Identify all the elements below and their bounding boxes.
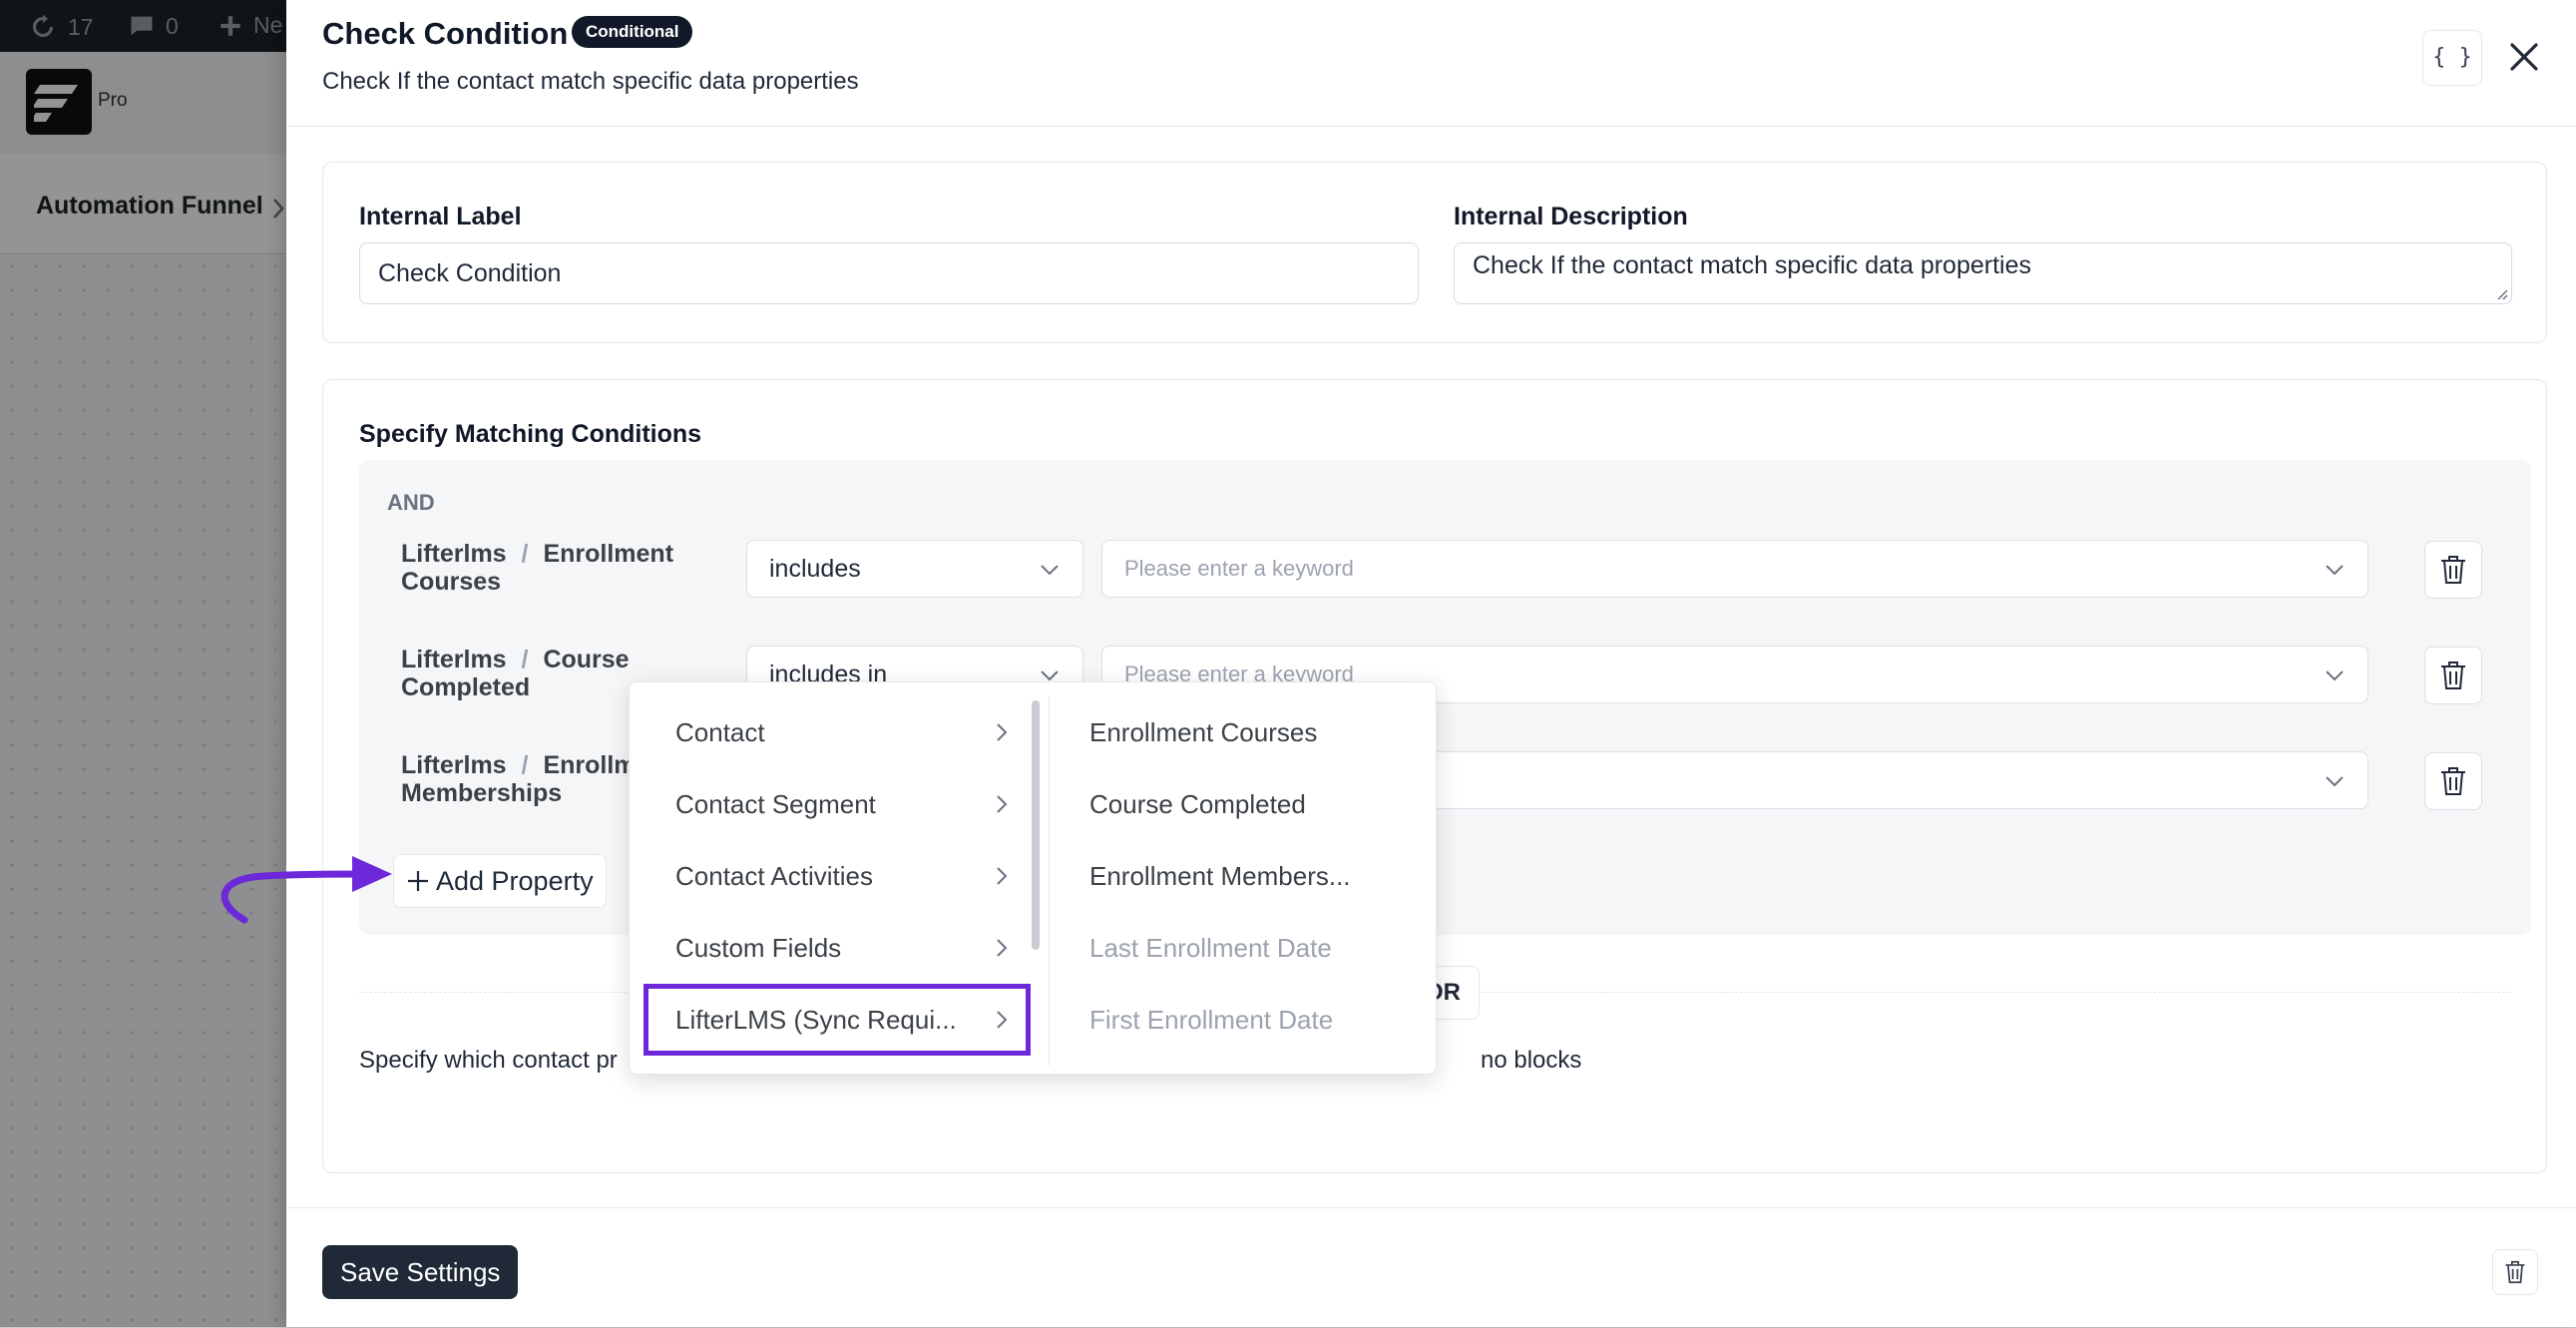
option-enrollment-memberships[interactable]: Enrollment Members... bbox=[1050, 840, 1423, 912]
trash-icon bbox=[2441, 556, 2465, 584]
internal-description-label: Internal Description bbox=[1454, 203, 1688, 230]
close-button[interactable] bbox=[2499, 32, 2549, 82]
property-cascader-popup: Contact Contact Segment Contact Activiti… bbox=[629, 681, 1437, 1075]
property-field-cont: Courses bbox=[401, 568, 502, 596]
trash-icon bbox=[2441, 767, 2465, 795]
property-provider: Lifterlms bbox=[401, 751, 507, 779]
category-label: Contact bbox=[675, 716, 765, 747]
category-contact-activities[interactable]: Contact Activities bbox=[644, 840, 1031, 912]
chevron-down-icon bbox=[2326, 776, 2344, 787]
category-label: Custom Fields bbox=[675, 932, 842, 963]
category-label: Contact Segment bbox=[675, 788, 876, 819]
help-text: Specify which contact pr bbox=[359, 1047, 618, 1074]
chevron-right-icon bbox=[997, 723, 1008, 741]
code-view-button[interactable]: { } bbox=[2422, 30, 2482, 86]
chevron-right-icon bbox=[997, 795, 1008, 813]
conditions-heading: Specify Matching Conditions bbox=[359, 420, 702, 448]
property-provider: Lifterlms bbox=[401, 540, 507, 568]
category-lifterlms[interactable]: LifterLMS (Sync Requi... bbox=[644, 984, 1031, 1056]
drawer-title: Check Condition bbox=[322, 16, 569, 51]
property-field: Enrollment bbox=[543, 540, 674, 568]
category-label: LifterLMS (Sync Requi... bbox=[675, 1004, 957, 1035]
category-menu: Contact Contact Segment Contact Activiti… bbox=[644, 696, 1031, 1066]
chevron-right-icon bbox=[997, 939, 1008, 957]
delete-condition-button[interactable] bbox=[2424, 541, 2482, 599]
add-property-button[interactable]: Add Property bbox=[393, 854, 607, 908]
property-field: Course bbox=[543, 646, 630, 673]
chevron-down-icon bbox=[2326, 565, 2344, 576]
help-text-end: no blocks bbox=[1481, 1047, 1582, 1074]
settings-drawer: Check Condition Conditional Check If the… bbox=[286, 0, 2576, 1327]
internal-label-label: Internal Label bbox=[359, 203, 522, 230]
drawer-subtitle: Check If the contact match specific data… bbox=[322, 68, 859, 95]
property-separator: / bbox=[521, 540, 529, 568]
property-field-cont: Memberships bbox=[401, 779, 563, 807]
value-select[interactable]: Please enter a keyword bbox=[1101, 540, 2368, 598]
trash-icon bbox=[2441, 662, 2465, 689]
annotation-arrow-icon bbox=[220, 856, 392, 924]
internal-description-textarea[interactable]: Check If the contact match specific data… bbox=[1454, 242, 2512, 304]
property-provider: Lifterlms bbox=[401, 646, 507, 673]
chevron-down-icon bbox=[2326, 670, 2344, 681]
value-placeholder: Please enter a keyword bbox=[1124, 556, 1354, 581]
property-separator: / bbox=[521, 751, 529, 779]
option-first-enrollment-date: First Enrollment Date bbox=[1089, 1004, 1334, 1035]
drawer-header: Check Condition Conditional Check If the… bbox=[286, 0, 2576, 127]
close-icon bbox=[2510, 43, 2538, 71]
category-contact[interactable]: Contact bbox=[644, 696, 1031, 768]
chevron-down-icon bbox=[1041, 565, 1059, 576]
resize-grip-icon[interactable] bbox=[2494, 286, 2508, 300]
property-field: Enrollm bbox=[543, 751, 637, 779]
condition-property: Lifterlms / Enrollment Courses bbox=[401, 540, 700, 596]
delete-condition-button[interactable] bbox=[2424, 647, 2482, 704]
drawer-footer: Save Settings bbox=[286, 1207, 2576, 1328]
option-menu: Enrollment Courses Course Completed Enro… bbox=[1049, 696, 1423, 1066]
and-label: AND bbox=[387, 490, 435, 515]
operator-value: includes bbox=[769, 554, 861, 583]
property-field-cont: Completed bbox=[401, 673, 531, 701]
property-separator: / bbox=[521, 646, 529, 673]
labels-card: Internal Label Check Condition Internal … bbox=[322, 162, 2547, 343]
trash-icon bbox=[2505, 1260, 2525, 1284]
option-course-completed[interactable]: Course Completed bbox=[1050, 768, 1423, 840]
delete-block-button[interactable] bbox=[2492, 1249, 2538, 1295]
internal-label-input[interactable]: Check Condition bbox=[359, 242, 1419, 304]
option-enrollment-courses[interactable]: Enrollment Courses bbox=[1050, 696, 1423, 768]
category-contact-segment[interactable]: Contact Segment bbox=[644, 768, 1031, 840]
delete-condition-button[interactable] bbox=[2424, 752, 2482, 810]
add-property-label: Add Property bbox=[436, 865, 594, 896]
status-badge: Conditional bbox=[572, 16, 693, 48]
save-settings-button[interactable]: Save Settings bbox=[322, 1245, 519, 1299]
option-last-enrollment-date: Last Enrollment Date bbox=[1089, 932, 1332, 963]
modal-backdrop[interactable] bbox=[0, 0, 289, 1327]
operator-select[interactable]: includes bbox=[746, 540, 1083, 598]
category-custom-fields[interactable]: Custom Fields bbox=[644, 912, 1031, 984]
menu-scrollbar[interactable] bbox=[1032, 700, 1040, 950]
chevron-right-icon bbox=[997, 1011, 1008, 1029]
category-label: Contact Activities bbox=[675, 860, 873, 891]
internal-description-value: Check If the contact match specific data… bbox=[1473, 251, 2031, 279]
plus-icon bbox=[408, 871, 428, 891]
chevron-right-icon bbox=[997, 867, 1008, 885]
